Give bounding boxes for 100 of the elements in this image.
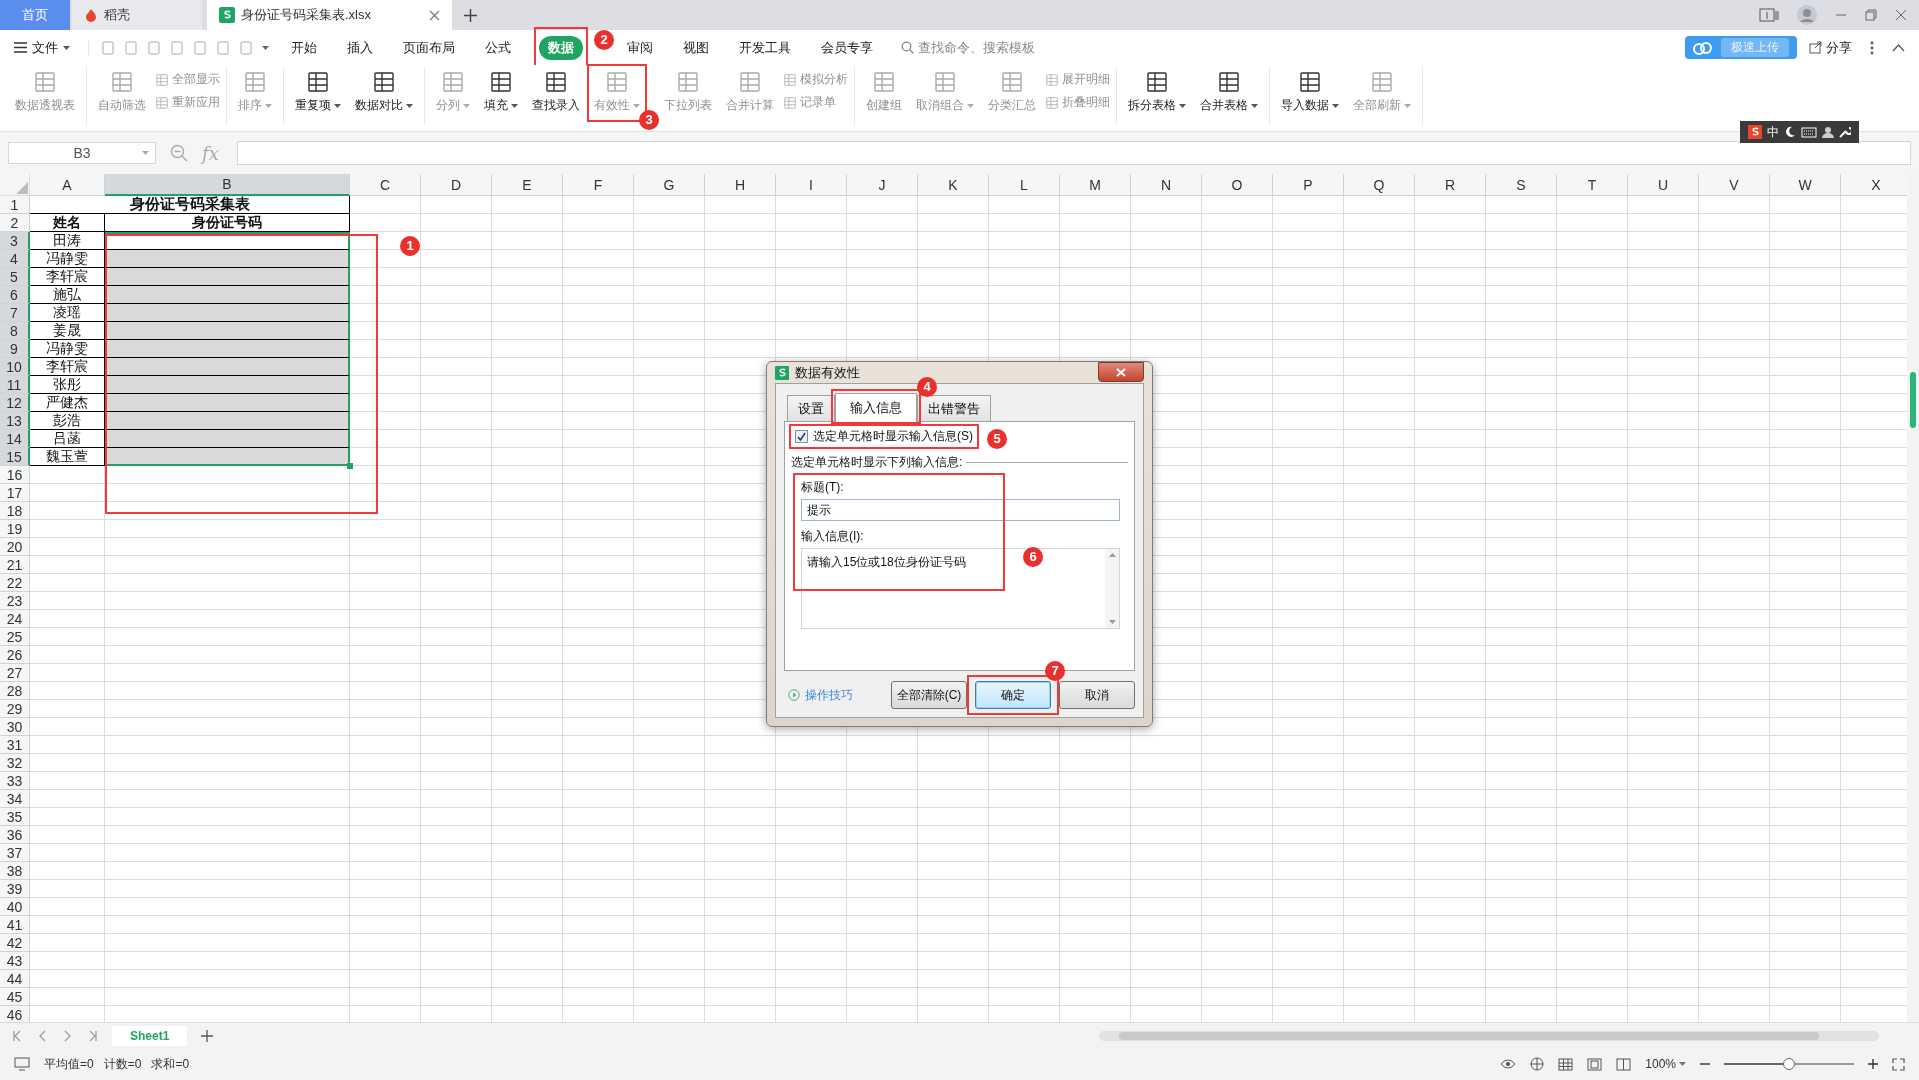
- checkbox[interactable]: [795, 430, 808, 443]
- monitor-icon[interactable]: [14, 1057, 30, 1071]
- dialog-button[interactable]: 确定: [975, 681, 1051, 709]
- input-cell[interactable]: [105, 394, 350, 412]
- name-box[interactable]: B3: [8, 142, 156, 164]
- row-header[interactable]: 17: [0, 484, 30, 502]
- ribbon-button[interactable]: 填充: [479, 67, 523, 114]
- column-header[interactable]: G: [634, 174, 705, 196]
- column-header[interactable]: H: [705, 174, 776, 196]
- row-header[interactable]: 37: [0, 844, 30, 862]
- slider-thumb[interactable]: [1783, 1058, 1795, 1070]
- menu-tab[interactable]: 视图: [681, 35, 711, 60]
- menu-tab[interactable]: 开始: [289, 35, 319, 60]
- input-cell[interactable]: [105, 340, 350, 358]
- horizontal-scrollbar[interactable]: [1099, 1030, 1879, 1041]
- menu-tab[interactable]: 插入: [345, 35, 375, 60]
- column-header[interactable]: W: [1770, 174, 1841, 196]
- input-cell[interactable]: [105, 376, 350, 394]
- vertical-scrollbar[interactable]: [1105, 549, 1119, 628]
- ribbon-button[interactable]: 导入数据: [1276, 67, 1344, 114]
- row-header[interactable]: 32: [0, 754, 30, 772]
- row-header[interactable]: 13: [0, 412, 30, 430]
- row-header[interactable]: 10: [0, 358, 30, 376]
- row-header[interactable]: 42: [0, 934, 30, 952]
- row-header[interactable]: 3: [0, 232, 30, 250]
- grid-icon[interactable]: [1530, 1057, 1545, 1071]
- share-button[interactable]: 分享: [1809, 38, 1852, 57]
- column-header[interactable]: J: [847, 174, 918, 196]
- column-header[interactable]: K: [918, 174, 989, 196]
- page-count-icon[interactable]: [1759, 8, 1779, 22]
- row-header[interactable]: 45: [0, 988, 30, 1006]
- book-view-icon[interactable]: [1616, 1057, 1632, 1071]
- avatar-icon[interactable]: [1797, 5, 1817, 25]
- collapse-icon[interactable]: [1892, 43, 1905, 52]
- row-header[interactable]: 15: [0, 448, 30, 466]
- column-header[interactable]: E: [492, 174, 563, 196]
- row-header[interactable]: 14: [0, 430, 30, 448]
- checkbox-label[interactable]: 选定单元格时显示输入信息(S): [813, 428, 973, 445]
- dialog-tab[interactable]: 输入信息: [835, 393, 917, 422]
- column-header[interactable]: D: [421, 174, 492, 196]
- column-header[interactable]: F: [563, 174, 634, 196]
- row-header[interactable]: 40: [0, 898, 30, 916]
- row-header[interactable]: 36: [0, 826, 30, 844]
- close-button[interactable]: [1098, 362, 1144, 382]
- input-cell[interactable]: [105, 304, 350, 322]
- more-icon[interactable]: [1870, 40, 1874, 55]
- row-header[interactable]: 12: [0, 394, 30, 412]
- page-view-icon[interactable]: [1587, 1057, 1603, 1071]
- menu-tab[interactable]: 审阅: [625, 35, 655, 60]
- menu-tab[interactable]: 开发工具: [737, 35, 793, 60]
- dialog-button[interactable]: 全部清除(C): [891, 681, 967, 709]
- menu-tab[interactable]: 公式: [483, 35, 513, 60]
- row-header[interactable]: 34: [0, 790, 30, 808]
- row-header[interactable]: 35: [0, 808, 30, 826]
- scroll-up-icon[interactable]: [1108, 553, 1116, 557]
- restore-icon[interactable]: [1865, 9, 1877, 21]
- row-header[interactable]: 29: [0, 700, 30, 718]
- row-header[interactable]: 38: [0, 862, 30, 880]
- row-header[interactable]: 5: [0, 268, 30, 286]
- document-tab[interactable]: 稻壳: [72, 0, 202, 30]
- scrollbar-thumb[interactable]: [1910, 372, 1916, 428]
- row-header[interactable]: 23: [0, 592, 30, 610]
- row-header[interactable]: 24: [0, 610, 30, 628]
- close-icon[interactable]: [429, 9, 440, 21]
- input-cell[interactable]: [105, 322, 350, 340]
- dialog-tab[interactable]: 出错警告: [917, 395, 991, 421]
- column-header[interactable]: V: [1699, 174, 1770, 196]
- scroll-down-icon[interactable]: [1108, 620, 1116, 624]
- row-header[interactable]: 6: [0, 286, 30, 304]
- row-header[interactable]: 16: [0, 466, 30, 484]
- title-field[interactable]: 提示: [801, 499, 1120, 521]
- ribbon-button[interactable]: 数据对比: [350, 67, 418, 114]
- column-header[interactable]: S: [1486, 174, 1557, 196]
- column-header[interactable]: M: [1060, 174, 1131, 196]
- row-header[interactable]: 22: [0, 574, 30, 592]
- row-header[interactable]: 4: [0, 250, 30, 268]
- row-header[interactable]: 31: [0, 736, 30, 754]
- eye-icon[interactable]: [1500, 1058, 1517, 1070]
- row-header[interactable]: 39: [0, 880, 30, 898]
- fullscreen-icon[interactable]: [1892, 1057, 1905, 1071]
- add-sheet-icon[interactable]: [201, 1029, 214, 1042]
- row-header[interactable]: 27: [0, 664, 30, 682]
- row-header[interactable]: 25: [0, 628, 30, 646]
- row-header[interactable]: 44: [0, 970, 30, 988]
- row-header[interactable]: 7: [0, 304, 30, 322]
- menu-tab[interactable]: 会员专享: [819, 35, 875, 60]
- dialog-tab[interactable]: 设置: [787, 395, 835, 421]
- row-header[interactable]: 11: [0, 376, 30, 394]
- nav-arrow-icon[interactable]: [87, 1029, 98, 1042]
- column-header[interactable]: X: [1841, 174, 1907, 196]
- ribbon-button[interactable]: 重复项: [290, 67, 346, 114]
- close-icon[interactable]: [1895, 9, 1907, 21]
- column-header[interactable]: I: [776, 174, 847, 196]
- input-cell[interactable]: [105, 268, 350, 286]
- fill-handle[interactable]: [347, 463, 353, 469]
- column-header[interactable]: P: [1273, 174, 1344, 196]
- row-header[interactable]: 19: [0, 520, 30, 538]
- column-header[interactable]: A: [30, 174, 105, 196]
- input-method-bar[interactable]: 中: [1740, 121, 1859, 143]
- column-header[interactable]: N: [1131, 174, 1202, 196]
